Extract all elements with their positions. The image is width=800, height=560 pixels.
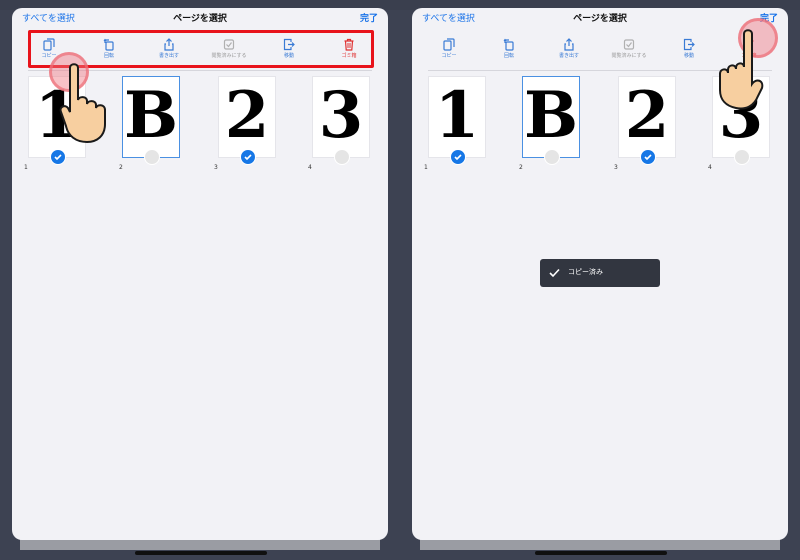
page-thumbnail[interactable]: B	[122, 76, 180, 165]
selected-check-icon[interactable]	[240, 149, 256, 165]
unselected-check-icon[interactable]	[544, 149, 560, 165]
page-glyph: 2	[224, 78, 270, 153]
export-button[interactable]: 書き出す	[544, 36, 594, 68]
done-button[interactable]: 完了	[360, 13, 378, 25]
rotate-button[interactable]: 回転	[484, 36, 534, 68]
sheet-title: ページを選択	[573, 14, 627, 24]
page-number: 3	[214, 164, 218, 171]
unselected-check-icon[interactable]	[734, 149, 750, 165]
pointing-hand-icon	[59, 63, 106, 144]
selected-check-icon[interactable]	[450, 149, 466, 165]
rotate-label: 回転	[503, 53, 514, 59]
left-panel: すべてを選択 ページを選択 完了 コピー 回転 書き出す 閲覧済みにする 移動 …	[0, 0, 400, 560]
pointing-hand-icon	[719, 29, 764, 110]
page-glyph: 1	[434, 78, 480, 153]
mark-read-button[interactable]: 閲覧済みにする	[604, 36, 654, 68]
copied-toast: コピー済み	[540, 259, 660, 287]
copy-label: コピー	[441, 53, 457, 59]
page-thumbnail[interactable]: 2	[218, 76, 276, 165]
sheet-title: ページを選択	[173, 14, 227, 24]
unselected-check-icon[interactable]	[334, 149, 350, 165]
page-thumbnail[interactable]: B	[522, 76, 580, 165]
toast-message: コピー済み	[568, 268, 603, 276]
unselected-check-icon[interactable]	[144, 149, 160, 165]
move-button[interactable]: 移動	[664, 36, 714, 68]
move-icon	[683, 38, 695, 51]
page-number: 1	[424, 164, 428, 171]
page-thumbnail[interactable]: 3	[312, 76, 370, 165]
checkbox-icon	[623, 39, 635, 50]
page-number: 4	[708, 164, 712, 171]
export-label: 書き出す	[558, 53, 579, 59]
copy-icon	[443, 38, 455, 51]
background-page	[20, 540, 380, 550]
selected-check-icon[interactable]	[50, 149, 66, 165]
page-glyph: 3	[318, 78, 364, 153]
page-number: 1	[24, 164, 28, 171]
page-glyph: B	[523, 78, 579, 153]
checkmark-icon	[549, 268, 560, 278]
nav-bar: すべてを選択 ページを選択 完了	[412, 8, 788, 30]
copy-button[interactable]: コピー	[424, 36, 474, 68]
mark-read-label: 閲覧済みにする	[611, 53, 647, 59]
home-indicator	[135, 551, 267, 555]
right-panel: すべてを選択 ページを選択 完了 コピー 回転 書き出す 閲覧済みにする 移動 …	[400, 0, 800, 560]
share-icon	[564, 38, 574, 51]
page-number: 2	[119, 164, 123, 171]
move-label: 移動	[683, 53, 694, 59]
rotate-icon	[503, 38, 514, 51]
page-glyph: 2	[624, 78, 670, 153]
page-number: 4	[308, 164, 312, 171]
page-glyph: B	[123, 78, 179, 153]
page-number: 2	[519, 164, 523, 171]
page-number: 3	[614, 164, 618, 171]
background-page	[420, 540, 780, 550]
page-thumbnail[interactable]: 1	[428, 76, 486, 165]
selected-check-icon[interactable]	[640, 149, 656, 165]
nav-bar: すべてを選択 ページを選択 完了	[12, 8, 388, 30]
page-thumbnail[interactable]: 2	[618, 76, 676, 165]
home-indicator	[535, 551, 667, 555]
